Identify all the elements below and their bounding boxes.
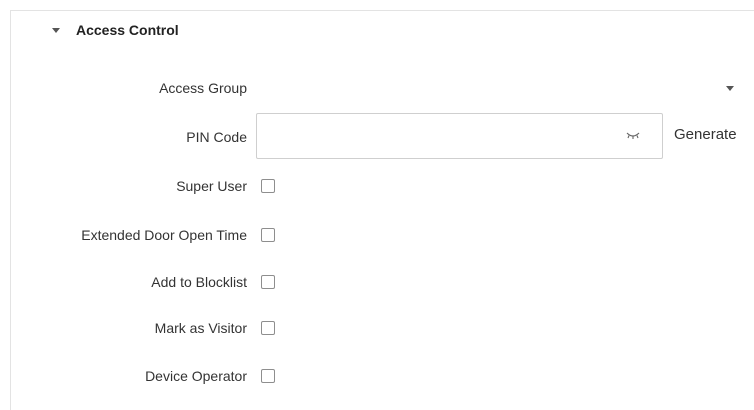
access-group-row: Access Group bbox=[0, 74, 754, 102]
add-to-blocklist-checkbox[interactable] bbox=[261, 275, 275, 289]
mark-as-visitor-checkbox[interactable] bbox=[261, 321, 275, 335]
section-title: Access Control bbox=[76, 22, 179, 38]
caret-down-icon[interactable] bbox=[726, 86, 734, 91]
pin-code-label: PIN Code bbox=[186, 129, 247, 145]
device-operator-label: Device Operator bbox=[145, 368, 247, 384]
access-control-panel bbox=[10, 10, 754, 410]
pin-code-row: PIN Code Generate bbox=[0, 113, 754, 159]
caret-down-icon[interactable] bbox=[52, 27, 60, 33]
device-operator-checkbox[interactable] bbox=[261, 369, 275, 383]
add-to-blocklist-label: Add to Blocklist bbox=[151, 274, 247, 290]
add-to-blocklist-row: Add to Blocklist bbox=[0, 268, 754, 296]
mark-as-visitor-label: Mark as Visitor bbox=[154, 320, 247, 336]
mark-as-visitor-row: Mark as Visitor bbox=[0, 314, 754, 342]
super-user-row: Super User bbox=[0, 172, 754, 200]
eye-closed-icon[interactable] bbox=[626, 130, 640, 140]
pin-code-field[interactable] bbox=[256, 113, 663, 159]
access-control-section-header[interactable]: Access Control bbox=[52, 22, 179, 38]
access-group-dropdown[interactable] bbox=[256, 74, 744, 102]
super-user-checkbox[interactable] bbox=[261, 179, 275, 193]
device-operator-row: Device Operator bbox=[0, 362, 754, 390]
access-group-label: Access Group bbox=[159, 80, 247, 96]
extended-door-open-time-label: Extended Door Open Time bbox=[81, 227, 247, 243]
extended-door-open-time-checkbox[interactable] bbox=[261, 228, 275, 242]
generate-button[interactable]: Generate bbox=[674, 126, 737, 143]
super-user-label: Super User bbox=[176, 178, 247, 194]
extended-door-open-time-row: Extended Door Open Time bbox=[0, 221, 754, 249]
pin-code-input[interactable] bbox=[265, 122, 609, 152]
